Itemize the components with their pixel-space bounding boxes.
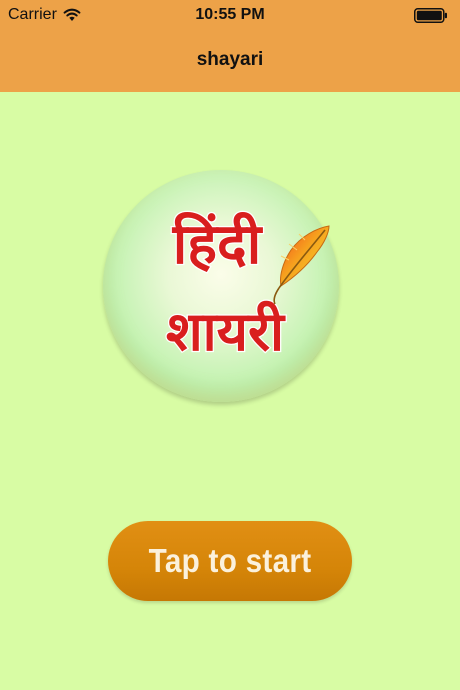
logo-artwork: हिंदी शायरी	[165, 210, 330, 364]
status-bar: Carrier 10:55 PM	[0, 0, 460, 30]
feather-icon	[273, 225, 330, 305]
start-button-label: Tap to start	[148, 542, 312, 579]
nav-title: shayari	[196, 49, 264, 70]
logo-line1: हिंदी	[172, 211, 264, 277]
start-button[interactable]: Tap to start	[108, 521, 352, 601]
logo-line2: शायरी	[166, 300, 286, 363]
status-time: 10:55 PM	[195, 6, 265, 23]
hindi-shayari-logo: हिंदी शायरी	[103, 170, 339, 402]
top-bar: Carrier 10:55 PM shayari	[0, 0, 460, 92]
battery-icon	[414, 8, 447, 23]
